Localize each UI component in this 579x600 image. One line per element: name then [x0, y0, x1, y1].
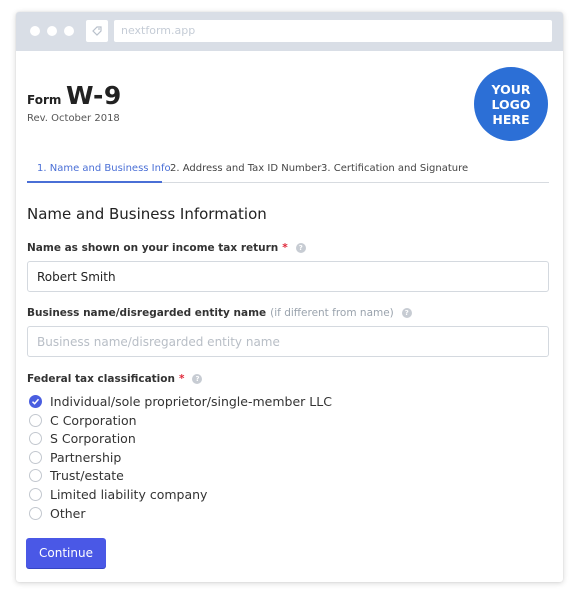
classification-label-text: Federal tax classification: [27, 373, 175, 385]
business-label-text: Business name/disregarded entity name: [27, 307, 267, 319]
name-field-label: Name as shown on your income tax return …: [27, 242, 306, 254]
tab-address-tax-id[interactable]: 2. Address and Tax ID Number: [170, 162, 321, 183]
form-title: W-9: [66, 81, 122, 110]
business-name-input[interactable]: [27, 326, 549, 357]
business-label-hint: (if different from name): [270, 307, 394, 319]
business-field-label: Business name/disregarded entity name (i…: [27, 307, 412, 319]
radio-option-label: Individual/sole proprietor/single-member…: [50, 393, 332, 409]
radio-unchecked-icon[interactable]: [29, 431, 42, 445]
help-icon[interactable]: ?: [401, 308, 412, 318]
required-mark: *: [282, 242, 288, 254]
browser-window: nextform.app Form W-9 Rev. October 2018 …: [16, 12, 563, 582]
name-input[interactable]: [27, 261, 549, 292]
logo-line: LOGO: [491, 96, 531, 112]
radio-option-label: Limited liability company: [50, 486, 208, 502]
classification-field-label: Federal tax classification * ?: [27, 373, 203, 385]
radio-unchecked-icon[interactable]: [29, 468, 42, 482]
radio-option-label: S Corporation: [50, 430, 136, 446]
radio-option-other[interactable]: Other: [29, 505, 86, 521]
form-revision: Rev. October 2018: [27, 113, 120, 124]
section-title: Name and Business Information: [27, 205, 267, 223]
radio-option-label: C Corporation: [50, 412, 137, 428]
radio-option-label: Partnership: [50, 449, 122, 465]
help-icon[interactable]: ?: [192, 374, 203, 384]
window-dot-minimize[interactable]: [47, 26, 57, 36]
radio-checked-icon[interactable]: [29, 394, 42, 408]
radio-unchecked-icon[interactable]: [29, 487, 42, 501]
radio-unchecked-icon[interactable]: [29, 413, 42, 427]
address-bar[interactable]: nextform.app: [114, 20, 552, 42]
window-dot-close[interactable]: [30, 26, 40, 36]
logo-placeholder: YOUR LOGO HERE: [474, 67, 548, 141]
continue-button[interactable]: Continue: [26, 538, 106, 568]
logo-line: YOUR: [491, 81, 531, 97]
form-prefix: Form: [27, 93, 62, 107]
window-dot-maximize[interactable]: [64, 26, 74, 36]
radio-option-partnership[interactable]: Partnership: [29, 449, 121, 465]
radio-option-c-corporation[interactable]: C Corporation: [29, 412, 137, 428]
radio-unchecked-icon[interactable]: [29, 450, 42, 464]
radio-option-trust-estate[interactable]: Trust/estate: [29, 467, 124, 483]
radio-option-label: Trust/estate: [50, 467, 124, 483]
tab-certification-signature[interactable]: 3. Certification and Signature: [321, 162, 468, 183]
tab-name-business-info[interactable]: 1. Name and Business Info: [27, 162, 171, 183]
required-mark: *: [178, 373, 185, 385]
radio-option-llc[interactable]: Limited liability company: [29, 486, 207, 502]
logo-line: HERE: [492, 111, 530, 127]
step-tabs: 1. Name and Business Info 2. Address and…: [27, 162, 549, 183]
browser-titlebar: nextform.app: [16, 12, 563, 51]
radio-option-label: Other: [50, 505, 86, 521]
radio-option-individual[interactable]: Individual/sole proprietor/single-member…: [29, 393, 332, 409]
tag-icon: [86, 20, 108, 42]
help-icon[interactable]: ?: [295, 243, 306, 253]
name-label-text: Name as shown on your income tax return: [27, 242, 279, 254]
radio-option-s-corporation[interactable]: S Corporation: [29, 430, 136, 446]
radio-unchecked-icon[interactable]: [29, 506, 42, 520]
